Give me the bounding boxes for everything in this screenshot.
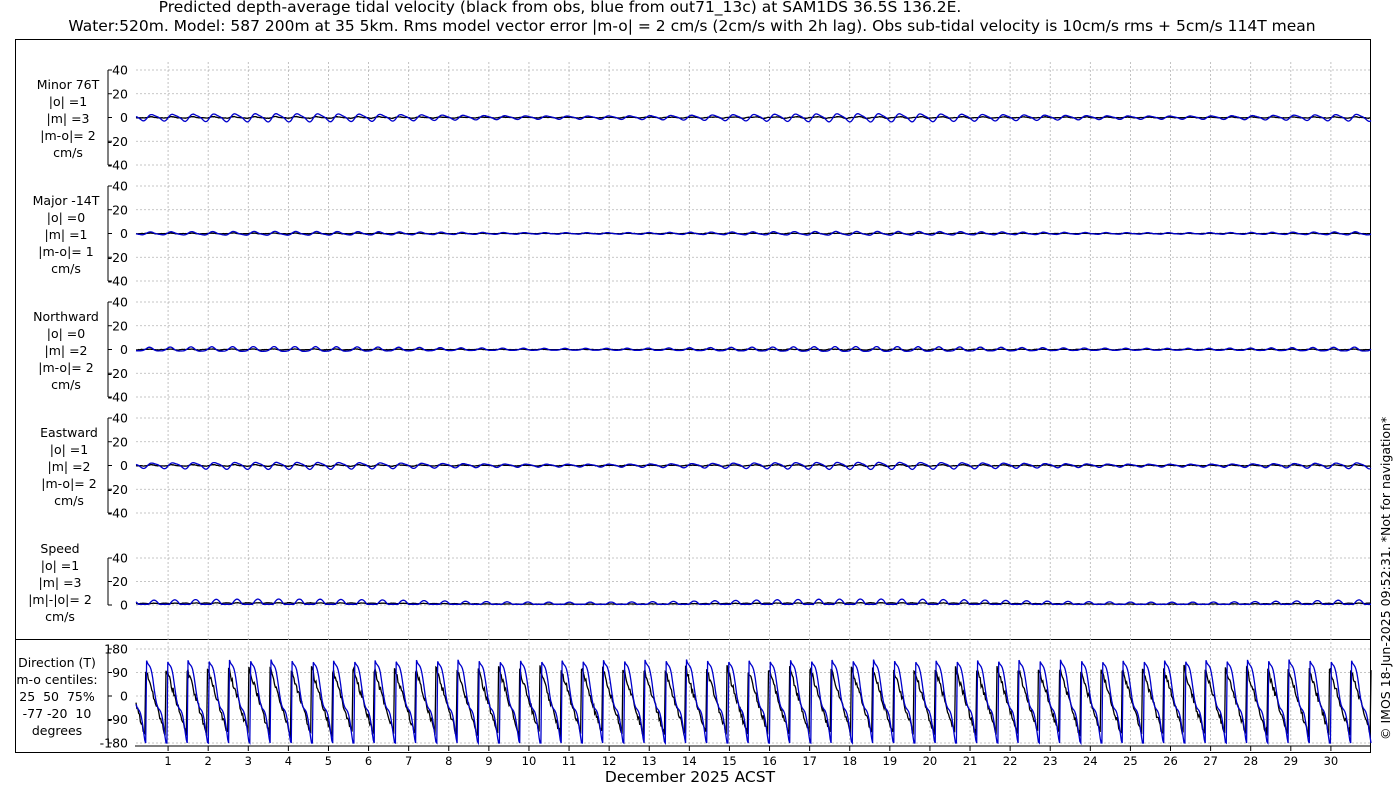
x-tick-label: 19 [883,754,898,768]
y-tick-label-direction: 0 [120,689,128,704]
x-tick-label: 6 [365,754,372,768]
x-tick-label: 27 [1203,754,1218,768]
y-tick-label-minor: 40 [112,63,128,78]
y-tick-label-speed: 40 [112,551,128,566]
x-tick-label: 21 [963,754,978,768]
y-tick-label-eastward: 0 [120,458,128,473]
y-tick-label-northward: 40 [112,295,128,310]
x-tick-label: 8 [445,754,452,768]
x-tick-label: 29 [1283,754,1298,768]
y-tick-label-speed: 20 [112,574,128,589]
y-tick-label-northward: 20 [112,318,128,333]
y-tick-label-minor: -40 [108,158,128,173]
x-axis-label: December 2025 ACST [604,768,776,786]
y-tick-label-eastward: -40 [108,506,128,521]
x-tick-label: 7 [405,754,412,768]
x-tick-label: 15 [722,754,737,768]
tidal-velocity-chart: 1 2 3 4 5 6 7 8 9 10 11 12 13 14 15 16 17 18 19 20 21 22 23 24 2… [100,62,1372,768]
x-tick-label: 18 [842,754,857,768]
y-tick-label-direction: -90 [108,712,128,727]
x-tick-label: 26 [1163,754,1178,768]
x-tick-label: 9 [485,754,492,768]
x-tick-label: 16 [762,754,777,768]
y-tick-label-speed: 0 [120,598,128,613]
x-tick-label: 14 [682,754,697,768]
copyright-notice: © IMOS 18-Jun-2025 09:52:31. *Not for na… [1378,416,1393,740]
x-tick-label: 1 [164,754,171,768]
x-tick-label: 13 [642,754,657,768]
x-tick-label: 20 [923,754,938,768]
x-tick-label: 24 [1083,754,1098,768]
y-tick-label-major: -40 [108,274,128,289]
y-tick-label-northward: -20 [108,366,128,381]
x-tick-label: 12 [602,754,617,768]
y-tick-label-major: -20 [108,250,128,265]
x-tick-label: 23 [1043,754,1058,768]
x-tick-label: 2 [205,754,212,768]
y-tick-label-northward: -40 [108,390,128,405]
y-tick-label-eastward: -20 [108,482,128,497]
y-tick-label-eastward: 20 [112,434,128,449]
y-tick-label-direction: -180 [100,736,128,751]
x-tick-label: 11 [562,754,577,768]
x-tick-label: 3 [245,754,252,768]
y-tick-label-minor: 20 [112,86,128,101]
x-tick-label: 4 [285,754,292,768]
y-tick-label-direction: 90 [112,665,128,680]
x-tick-label: 10 [522,754,537,768]
y-tick-label-major: 40 [112,179,128,194]
x-tick-label: 5 [325,754,332,768]
y-tick-label-minor: -20 [108,134,128,149]
y-tick-label-minor: 0 [120,110,128,125]
x-tick-label: 30 [1324,754,1339,768]
x-tick-label: 25 [1123,754,1138,768]
y-tick-label-major: 0 [120,226,128,241]
y-tick-label-northward: 0 [120,342,128,357]
y-tick-label-major: 20 [112,202,128,217]
x-tick-label: 22 [1003,754,1018,768]
y-tick-label-eastward: 40 [112,411,128,426]
x-tick-label: 17 [802,754,817,768]
x-tick-label: 28 [1243,754,1258,768]
